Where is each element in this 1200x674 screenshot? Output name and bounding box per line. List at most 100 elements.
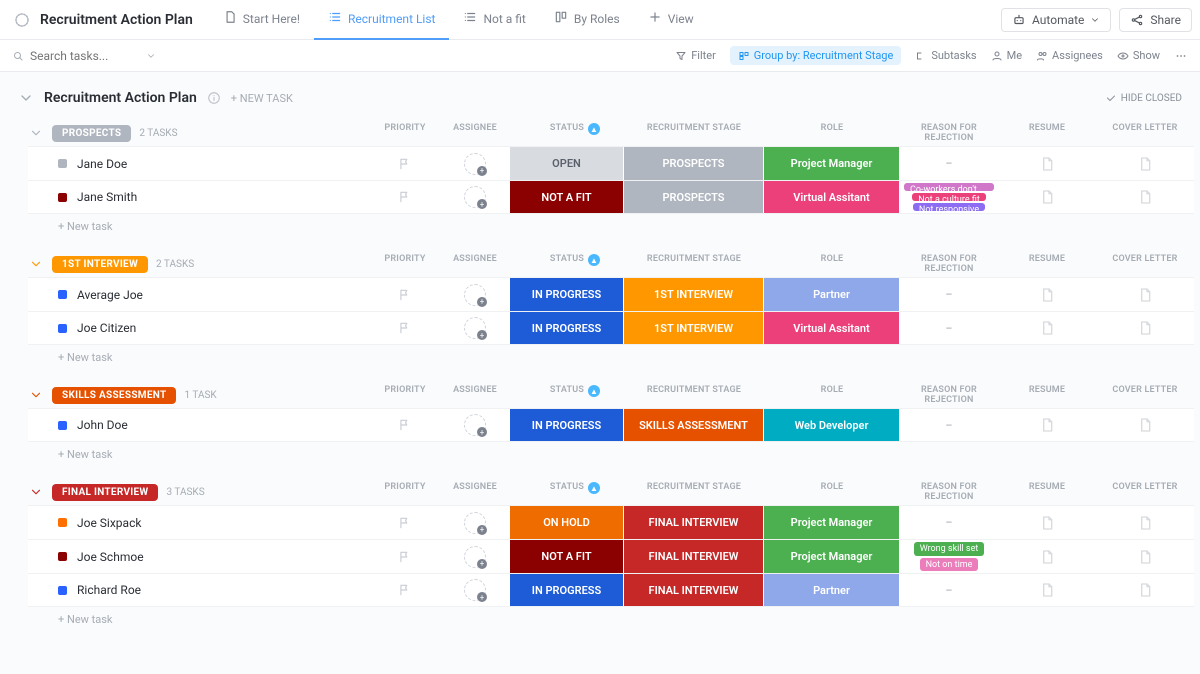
rejection-tag[interactable]: Not on time xyxy=(920,558,979,572)
col-assignee[interactable]: ASSIGNEE xyxy=(440,254,510,274)
assignee-cell[interactable] xyxy=(440,409,510,441)
col-reason[interactable]: REASON FOR REJECTION xyxy=(900,123,998,143)
col-reason[interactable]: REASON FOR REJECTION xyxy=(900,254,998,274)
assignee-cell[interactable] xyxy=(440,506,510,539)
resume-cell[interactable] xyxy=(998,574,1096,606)
status-square-icon[interactable] xyxy=(58,552,67,561)
assignee-cell[interactable] xyxy=(440,540,510,573)
col-role[interactable]: ROLE xyxy=(764,254,900,274)
task-row[interactable]: Joe SchmoeNOT A FITFINAL INTERVIEWProjec… xyxy=(28,539,1194,573)
sort-icon[interactable]: ▲ xyxy=(588,254,600,266)
automate-button[interactable]: Automate xyxy=(1001,8,1111,32)
info-icon[interactable] xyxy=(207,91,221,105)
role-cell[interactable]: Project Manager xyxy=(764,147,900,180)
col-reason[interactable]: REASON FOR REJECTION xyxy=(900,482,998,502)
priority-cell[interactable] xyxy=(370,278,440,311)
assignee-placeholder-icon[interactable] xyxy=(464,186,486,208)
cover-letter-cell[interactable] xyxy=(1096,312,1194,344)
role-cell[interactable]: Partner xyxy=(764,278,900,311)
hide-closed-button[interactable]: HIDE CLOSED xyxy=(1105,92,1182,104)
more-button[interactable] xyxy=(1174,49,1188,63)
status-square-icon[interactable] xyxy=(58,421,67,430)
status-cell[interactable]: IN PROGRESS xyxy=(510,409,624,441)
task-row[interactable]: Richard RoeIN PROGRESSFINAL INTERVIEWPar… xyxy=(28,573,1194,607)
status-cell[interactable]: ON HOLD xyxy=(510,506,624,539)
role-cell[interactable]: Project Manager xyxy=(764,506,900,539)
col-status[interactable]: STATUS▲ xyxy=(510,482,624,502)
col-role[interactable]: ROLE xyxy=(764,385,900,405)
status-square-icon[interactable] xyxy=(58,290,67,299)
col-resume[interactable]: RESUME xyxy=(998,482,1096,502)
role-cell[interactable]: Project Manager xyxy=(764,540,900,573)
resume-cell[interactable] xyxy=(998,147,1096,180)
col-priority[interactable]: PRIORITY xyxy=(370,254,440,274)
task-row[interactable]: Average JoeIN PROGRESS1ST INTERVIEWPartn… xyxy=(28,277,1194,311)
task-name-cell[interactable]: Jane Smith xyxy=(28,181,370,213)
search-input[interactable] xyxy=(30,49,140,63)
priority-cell[interactable] xyxy=(370,312,440,344)
reason-cell[interactable]: – xyxy=(900,506,998,539)
stage-cell[interactable]: 1ST INTERVIEW xyxy=(624,278,764,311)
stage-cell[interactable]: SKILLS ASSESSMENT xyxy=(624,409,764,441)
new-task-button[interactable]: + New task xyxy=(28,607,1194,626)
stage-cell[interactable]: PROSPECTS xyxy=(624,147,764,180)
col-assignee[interactable]: ASSIGNEE xyxy=(440,123,510,143)
priority-cell[interactable] xyxy=(370,574,440,606)
status-cell[interactable]: OPEN xyxy=(510,147,624,180)
rejection-tag[interactable]: Not a culture fit xyxy=(912,193,986,201)
cover-letter-cell[interactable] xyxy=(1096,540,1194,573)
status-cell[interactable]: IN PROGRESS xyxy=(510,278,624,311)
group-collapse-button[interactable] xyxy=(28,387,44,403)
assignee-placeholder-icon[interactable] xyxy=(464,546,486,568)
tab-by-roles[interactable]: By Roles xyxy=(540,0,634,40)
stage-cell[interactable]: FINAL INTERVIEW xyxy=(624,506,764,539)
status-square-icon[interactable] xyxy=(58,324,67,333)
status-square-icon[interactable] xyxy=(58,518,67,527)
priority-cell[interactable] xyxy=(370,506,440,539)
task-name-cell[interactable]: Joe Citizen xyxy=(28,312,370,344)
sort-icon[interactable]: ▲ xyxy=(588,385,600,397)
tab-start-here-[interactable]: Start Here! xyxy=(209,0,314,40)
col-status[interactable]: STATUS▲ xyxy=(510,123,624,143)
col-assignee[interactable]: ASSIGNEE xyxy=(440,385,510,405)
role-cell[interactable]: Virtual Assitant xyxy=(764,312,900,344)
stage-cell[interactable]: PROSPECTS xyxy=(624,181,764,213)
chevron-down-icon[interactable] xyxy=(146,51,156,61)
status-square-icon[interactable] xyxy=(58,159,67,168)
rejection-tag[interactable]: Not responsive xyxy=(913,203,985,211)
filter-button[interactable]: Filter xyxy=(675,49,716,62)
reason-cell[interactable]: – xyxy=(900,574,998,606)
col-stage[interactable]: RECRUITMENT STAGE xyxy=(624,482,764,502)
share-button[interactable]: Share xyxy=(1119,8,1192,32)
col-stage[interactable]: RECRUITMENT STAGE xyxy=(624,254,764,274)
cover-letter-cell[interactable] xyxy=(1096,181,1194,213)
col-resume[interactable]: RESUME xyxy=(998,254,1096,274)
col-cover[interactable]: COVER LETTER xyxy=(1096,123,1194,143)
status-cell[interactable]: NOT A FIT xyxy=(510,540,624,573)
group-name-pill[interactable]: 1ST INTERVIEW xyxy=(52,256,148,273)
new-task-header-button[interactable]: + NEW TASK xyxy=(231,92,293,105)
stage-cell[interactable]: 1ST INTERVIEW xyxy=(624,312,764,344)
reason-cell[interactable]: – xyxy=(900,278,998,311)
col-role[interactable]: ROLE xyxy=(764,482,900,502)
sort-icon[interactable]: ▲ xyxy=(588,482,600,494)
priority-cell[interactable] xyxy=(370,181,440,213)
search-box[interactable] xyxy=(12,49,172,63)
assignee-placeholder-icon[interactable] xyxy=(464,153,486,175)
doc-title[interactable]: Recruitment Action Plan xyxy=(40,12,193,28)
assignee-placeholder-icon[interactable] xyxy=(464,579,486,601)
status-square-icon[interactable] xyxy=(58,193,67,202)
tab-view[interactable]: View xyxy=(634,0,708,40)
reason-cell[interactable]: – xyxy=(900,409,998,441)
cover-letter-cell[interactable] xyxy=(1096,278,1194,311)
col-priority[interactable]: PRIORITY xyxy=(370,385,440,405)
cover-letter-cell[interactable] xyxy=(1096,574,1194,606)
assignees-button[interactable]: Assignees xyxy=(1036,49,1103,62)
doc-type-icon[interactable] xyxy=(8,6,36,34)
col-stage[interactable]: RECRUITMENT STAGE xyxy=(624,385,764,405)
priority-cell[interactable] xyxy=(370,540,440,573)
resume-cell[interactable] xyxy=(998,278,1096,311)
cover-letter-cell[interactable] xyxy=(1096,506,1194,539)
list-title[interactable]: Recruitment Action Plan xyxy=(44,90,197,106)
rejection-tag[interactable]: Wrong skill set xyxy=(914,542,985,556)
